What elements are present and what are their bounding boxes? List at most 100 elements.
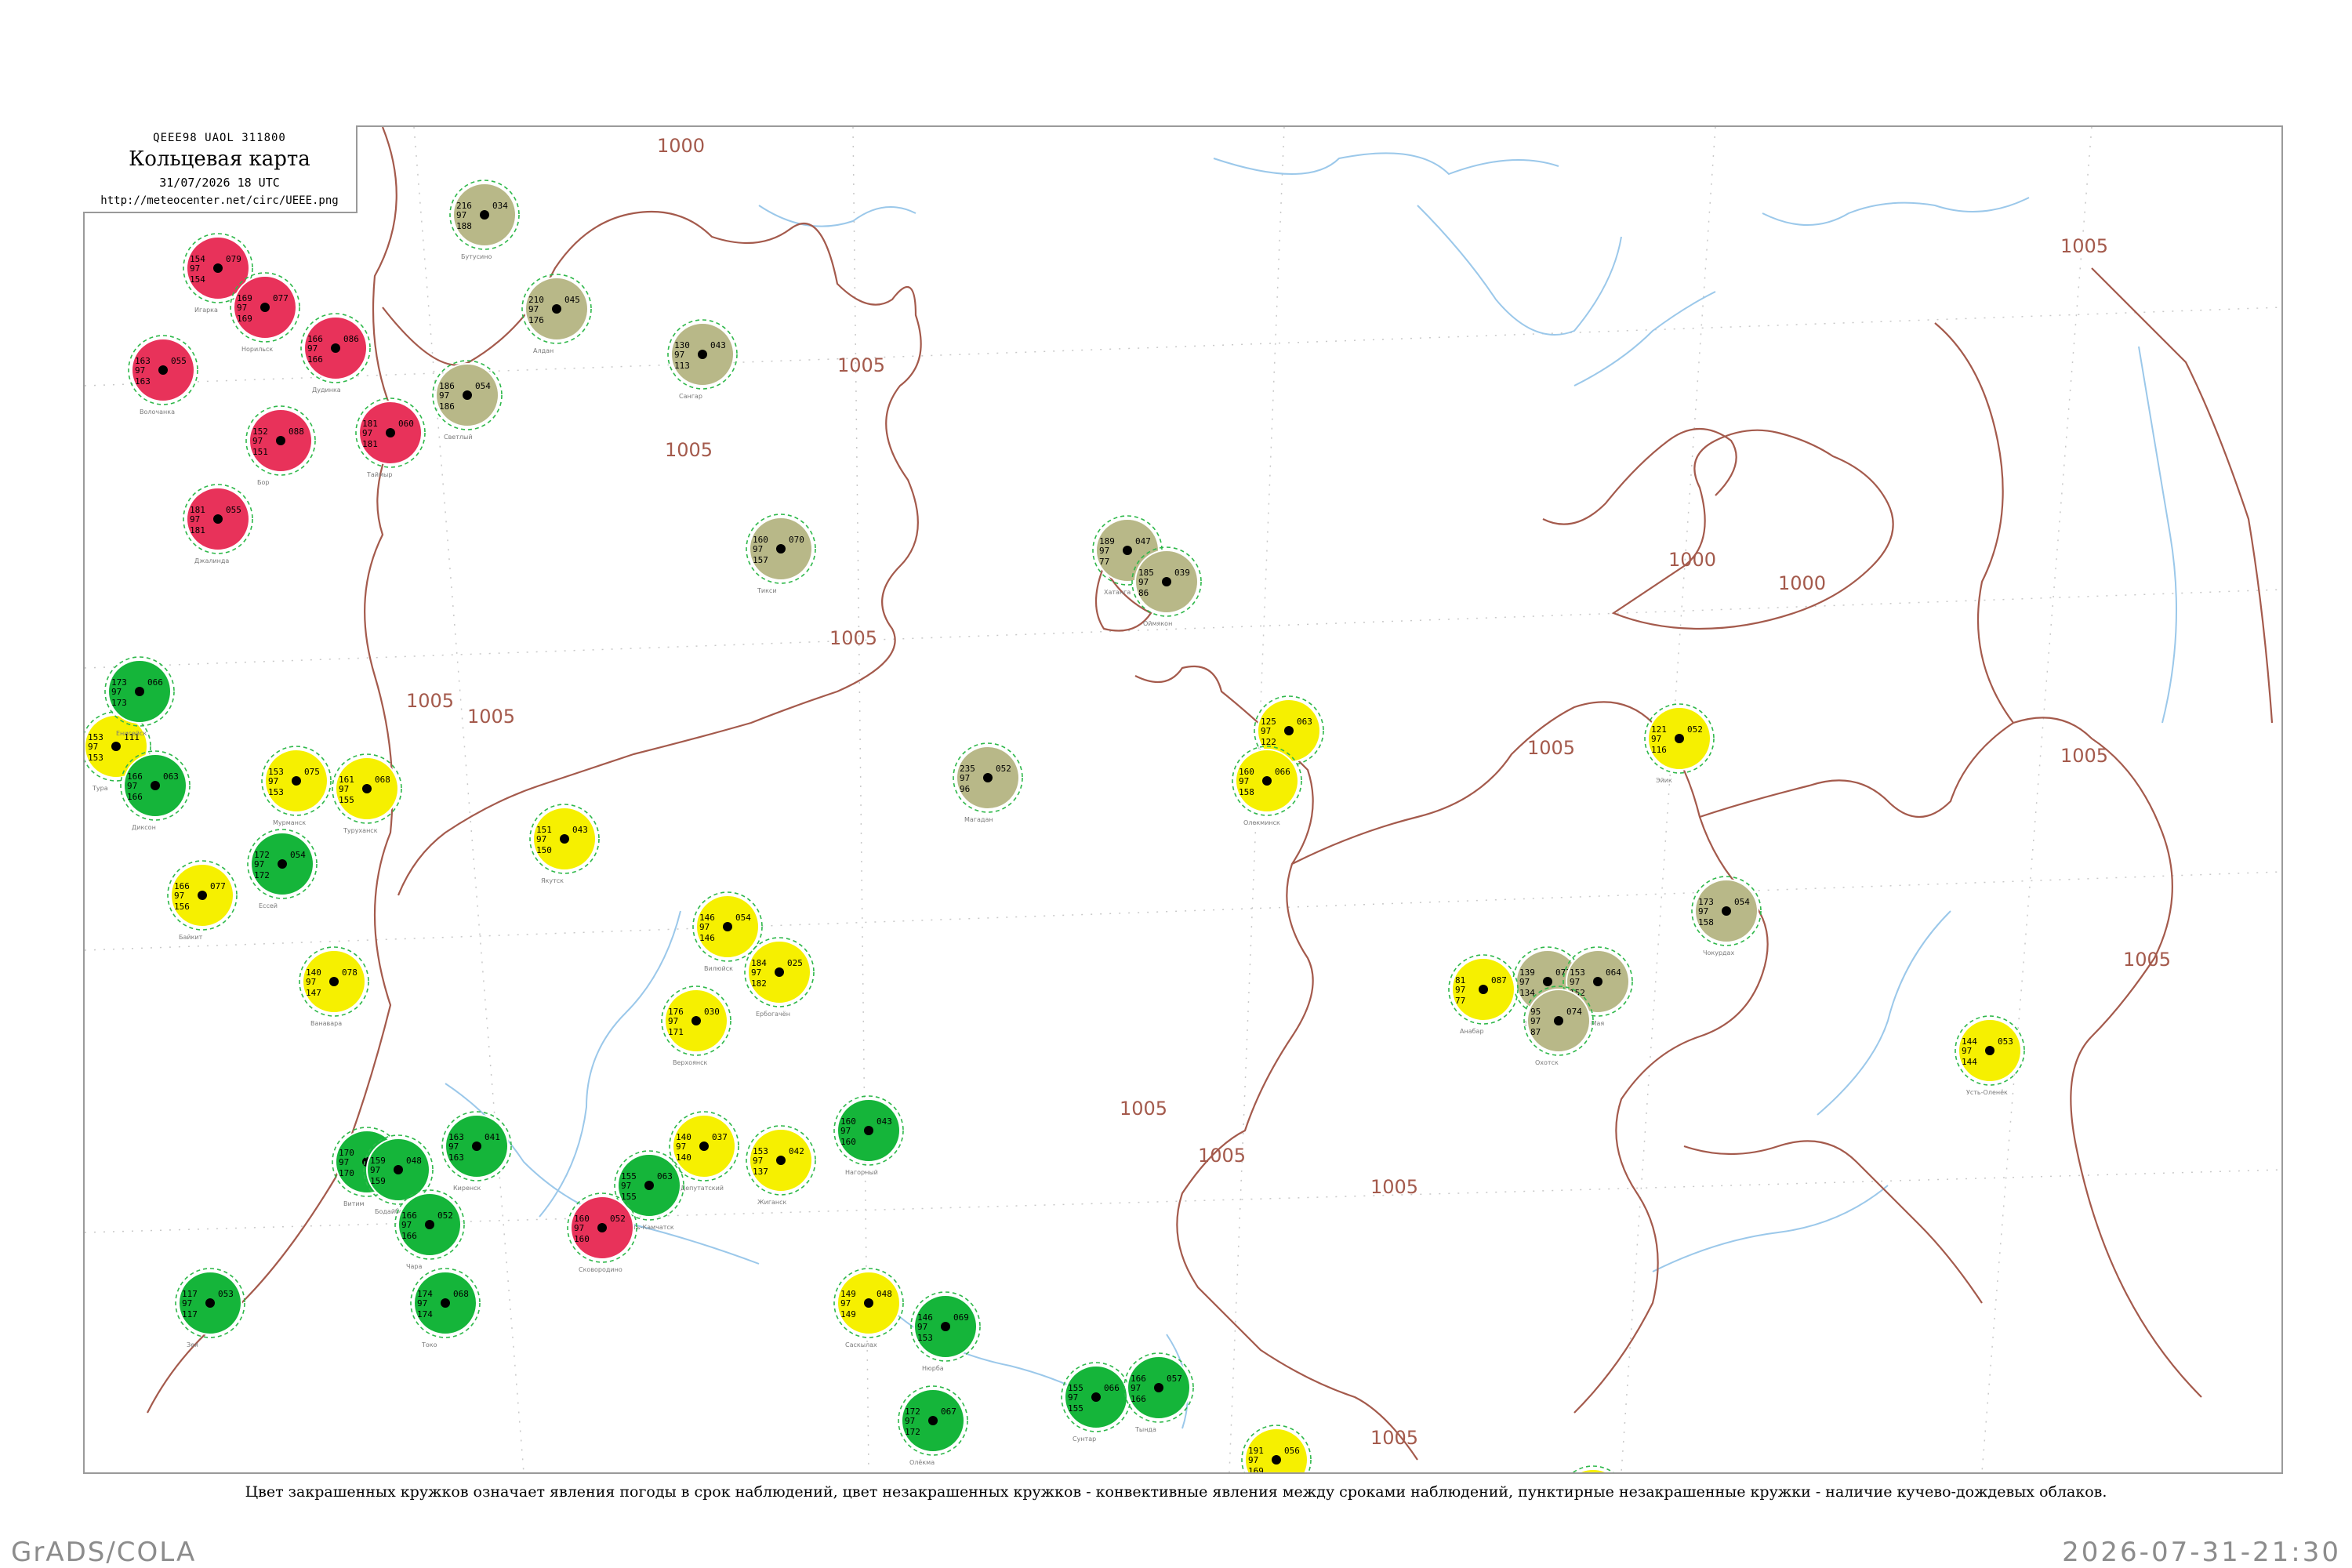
station-5[interactable]: 160 07097157Тикси xyxy=(746,514,816,594)
station-visibility: 97 xyxy=(88,742,98,752)
station-30[interactable]: 184 02597182Ербогачён xyxy=(744,937,815,1018)
station-visibility: 97 xyxy=(190,263,200,274)
cloud-cover-icon xyxy=(776,544,786,554)
cloud-cover-icon xyxy=(1722,906,1731,916)
station-visibility: 97 xyxy=(960,773,970,783)
station-4[interactable]: 130 04397113Сангар xyxy=(667,319,738,400)
station-38[interactable]: 166 05297166Чара xyxy=(394,1189,465,1270)
station-visibility: 97 xyxy=(252,436,263,446)
station-9[interactable]: 173 05497158Чокурдах xyxy=(1691,876,1762,956)
isobar-label: 1005 xyxy=(467,706,515,728)
footer-grads-label: GrADS/COLA xyxy=(11,1537,197,1568)
station-name: Алдан xyxy=(533,347,554,354)
station-name: Магадан xyxy=(964,816,993,823)
cloud-cover-icon xyxy=(1675,734,1684,743)
station-28[interactable]: 140 07897147Ванавара xyxy=(299,946,369,1027)
isobar-label: 1005 xyxy=(2060,745,2108,767)
station-dewpoint: 153 xyxy=(917,1333,933,1343)
cloud-cover-icon xyxy=(1284,726,1294,735)
station-pressure: 088 xyxy=(289,426,304,437)
station-21[interactable]: 19105697169Среднеколымск xyxy=(1241,1425,1312,1472)
station-dewpoint: 153 xyxy=(88,753,103,763)
station-54[interactable]: 181 05597181Джалинда xyxy=(183,484,253,564)
station-pressure: 053 xyxy=(218,1289,234,1299)
station-name: Волочанка xyxy=(140,408,175,416)
station-name: Светлый xyxy=(444,434,473,441)
station-39[interactable]: 174 06897174Токо xyxy=(410,1268,481,1348)
station-name: Анабар xyxy=(1460,1028,1484,1035)
station-pressure: 056 xyxy=(1284,1446,1300,1456)
station-visibility: 97 xyxy=(917,1322,927,1332)
map-title: Кольцевая карта xyxy=(129,147,310,171)
station-52[interactable]: 181 06097181Таймыр xyxy=(355,397,426,478)
cloud-cover-icon xyxy=(597,1223,607,1232)
station-dewpoint: 166 xyxy=(127,792,143,802)
station-dewpoint: 156 xyxy=(174,902,190,912)
map-url[interactable]: http://meteocenter.net/circ/UEEE.png xyxy=(83,194,356,207)
station-29[interactable]: 166 07797156Байкит xyxy=(167,860,238,941)
station-name: Киренск xyxy=(453,1185,481,1192)
station-pressure: 086 xyxy=(343,334,359,344)
station-visibility: 97 xyxy=(370,1165,380,1175)
station-visibility: 97 xyxy=(135,365,145,376)
station-visibility: 97 xyxy=(1455,985,1465,995)
station-15[interactable]: 151 04397150Якутск xyxy=(529,804,600,884)
station-25[interactable]: 870959781Кюсюр xyxy=(1559,1465,1628,1472)
station-name: Нюрба xyxy=(922,1365,944,1372)
station-name: Дудинка xyxy=(312,387,341,394)
station-pressure: 047 xyxy=(1135,536,1151,546)
station-name: Саскылах xyxy=(845,1341,877,1348)
station-23[interactable]: 81 0879777Анабар xyxy=(1448,954,1519,1035)
station-40[interactable]: 160 04397160Нагорный xyxy=(833,1095,904,1176)
station-53[interactable]: 163 05597163Волочанка xyxy=(128,335,198,416)
cloud-cover-icon xyxy=(1543,977,1552,986)
station-pressure: 054 xyxy=(1734,897,1750,907)
station-2[interactable]: 210 04597176Алдан xyxy=(521,274,592,354)
station-dewpoint: 163 xyxy=(448,1152,464,1163)
station-dewpoint: 160 xyxy=(840,1137,856,1147)
map-frame: 1000 1005 1005 1005 1005 1005 1005 1005 … xyxy=(83,125,2283,1474)
station-pressure: 052 xyxy=(996,764,1011,774)
isobar-label: 1005 xyxy=(1370,1176,1418,1198)
station-visibility: 97 xyxy=(699,922,710,932)
station-visibility: 97 xyxy=(307,343,318,354)
station-31[interactable]: 153 07597153Мурманск xyxy=(261,746,332,826)
isobar-label: 1005 xyxy=(665,439,713,461)
station-dewpoint: 166 xyxy=(401,1231,417,1241)
cloud-cover-icon xyxy=(198,891,207,900)
station-36[interactable]: 163 04197163Киренск xyxy=(441,1111,512,1192)
station-pressure: 042 xyxy=(789,1146,804,1156)
station-name: Енисейск xyxy=(116,730,147,737)
station-dewpoint: 181 xyxy=(190,525,205,535)
station-34[interactable]: 155 06697155Сунтар xyxy=(1061,1362,1131,1443)
station-1[interactable]: 216 03497188Бутусино xyxy=(449,180,520,260)
station-17[interactable]: 176 03097171Верхоянск xyxy=(661,985,731,1066)
station-pressure: 063 xyxy=(657,1171,673,1181)
station-visibility: 97 xyxy=(1651,734,1661,744)
station-dewpoint: 166 xyxy=(1131,1394,1146,1404)
station-19[interactable]: 153 04297137Жиганск xyxy=(746,1125,816,1206)
station-43[interactable]: 117 05397117Зея xyxy=(175,1268,245,1348)
cloud-cover-icon xyxy=(463,390,472,400)
station-20[interactable]: 149 04897149Саскылах xyxy=(833,1268,904,1348)
station-48[interactable]: 152 08897151Бор xyxy=(245,405,316,486)
station-name: Верхоянск xyxy=(673,1059,708,1066)
station-visibility: 97 xyxy=(1248,1455,1258,1465)
station-22[interactable]: 121 05297116Эйик xyxy=(1644,703,1715,784)
station-47[interactable]: 172 05497172Ессей xyxy=(247,829,318,909)
isobar-label: 1005 xyxy=(406,690,454,712)
cloud-cover-icon xyxy=(864,1298,873,1308)
station-dewpoint: 159 xyxy=(370,1176,386,1186)
station-51[interactable]: 166 08697166Дудинка xyxy=(300,313,371,394)
station-pressure: 043 xyxy=(572,825,588,835)
station-32[interactable]: 146 06997153Нюрба xyxy=(910,1291,981,1372)
cloud-cover-icon xyxy=(205,1298,215,1308)
station-33[interactable]: 172 06797172Олёкма xyxy=(898,1385,968,1466)
isobar-label: 1005 xyxy=(1198,1145,1246,1167)
station-name: Олёкма xyxy=(909,1459,935,1466)
station-name: Якутск xyxy=(541,877,564,884)
station-visibility: 97 xyxy=(401,1220,412,1230)
station-pressure: 078 xyxy=(342,967,358,978)
station-8[interactable]: 235 0529796Магадан xyxy=(953,742,1023,823)
station-name: Бутусино xyxy=(461,253,492,260)
